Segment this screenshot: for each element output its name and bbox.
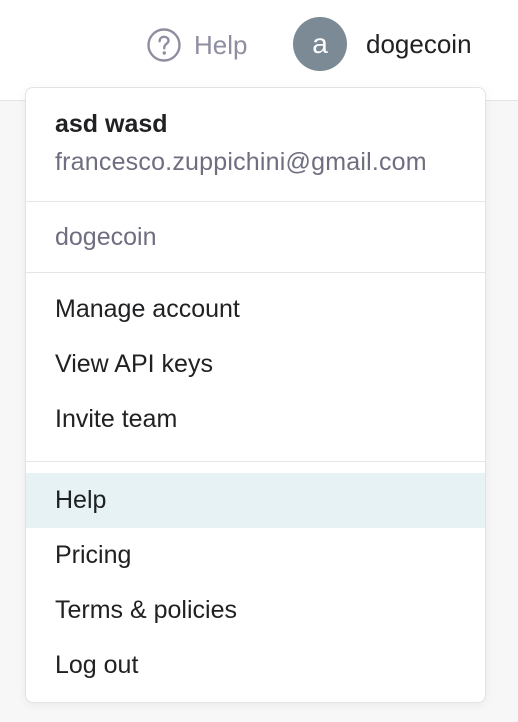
pricing-item[interactable]: Pricing xyxy=(26,528,485,583)
user-info: asd wasd francesco.zuppichini@gmail.com xyxy=(26,88,485,202)
account-name: dogecoin xyxy=(366,28,472,59)
top-bar: Help a dogecoin xyxy=(0,0,518,101)
account-menu-group: Manage account View API keys Invite team xyxy=(26,273,485,462)
help-item[interactable]: Help xyxy=(26,473,485,528)
user-email: francesco.zuppichini@gmail.com xyxy=(55,148,427,176)
invite-team-item[interactable]: Invite team xyxy=(26,392,485,447)
terms-policies-item[interactable]: Terms & policies xyxy=(26,583,485,638)
organization-section: dogecoin xyxy=(26,202,485,273)
log-out-item[interactable]: Log out xyxy=(26,638,485,693)
organization-name: dogecoin xyxy=(55,223,157,251)
user-name: asd wasd xyxy=(55,110,168,138)
view-api-keys-item[interactable]: View API keys xyxy=(26,337,485,392)
help-link[interactable]: Help xyxy=(146,26,247,64)
account-dropdown-menu: asd wasd francesco.zuppichini@gmail.com … xyxy=(25,87,486,703)
support-menu-group: Help Pricing Terms & policies Log out xyxy=(26,462,485,702)
question-circle-icon xyxy=(147,28,181,62)
account-menu-button[interactable]: a dogecoin xyxy=(293,17,472,71)
help-label: Help xyxy=(194,29,248,60)
manage-account-item[interactable]: Manage account xyxy=(26,282,485,337)
avatar: a xyxy=(293,17,347,71)
